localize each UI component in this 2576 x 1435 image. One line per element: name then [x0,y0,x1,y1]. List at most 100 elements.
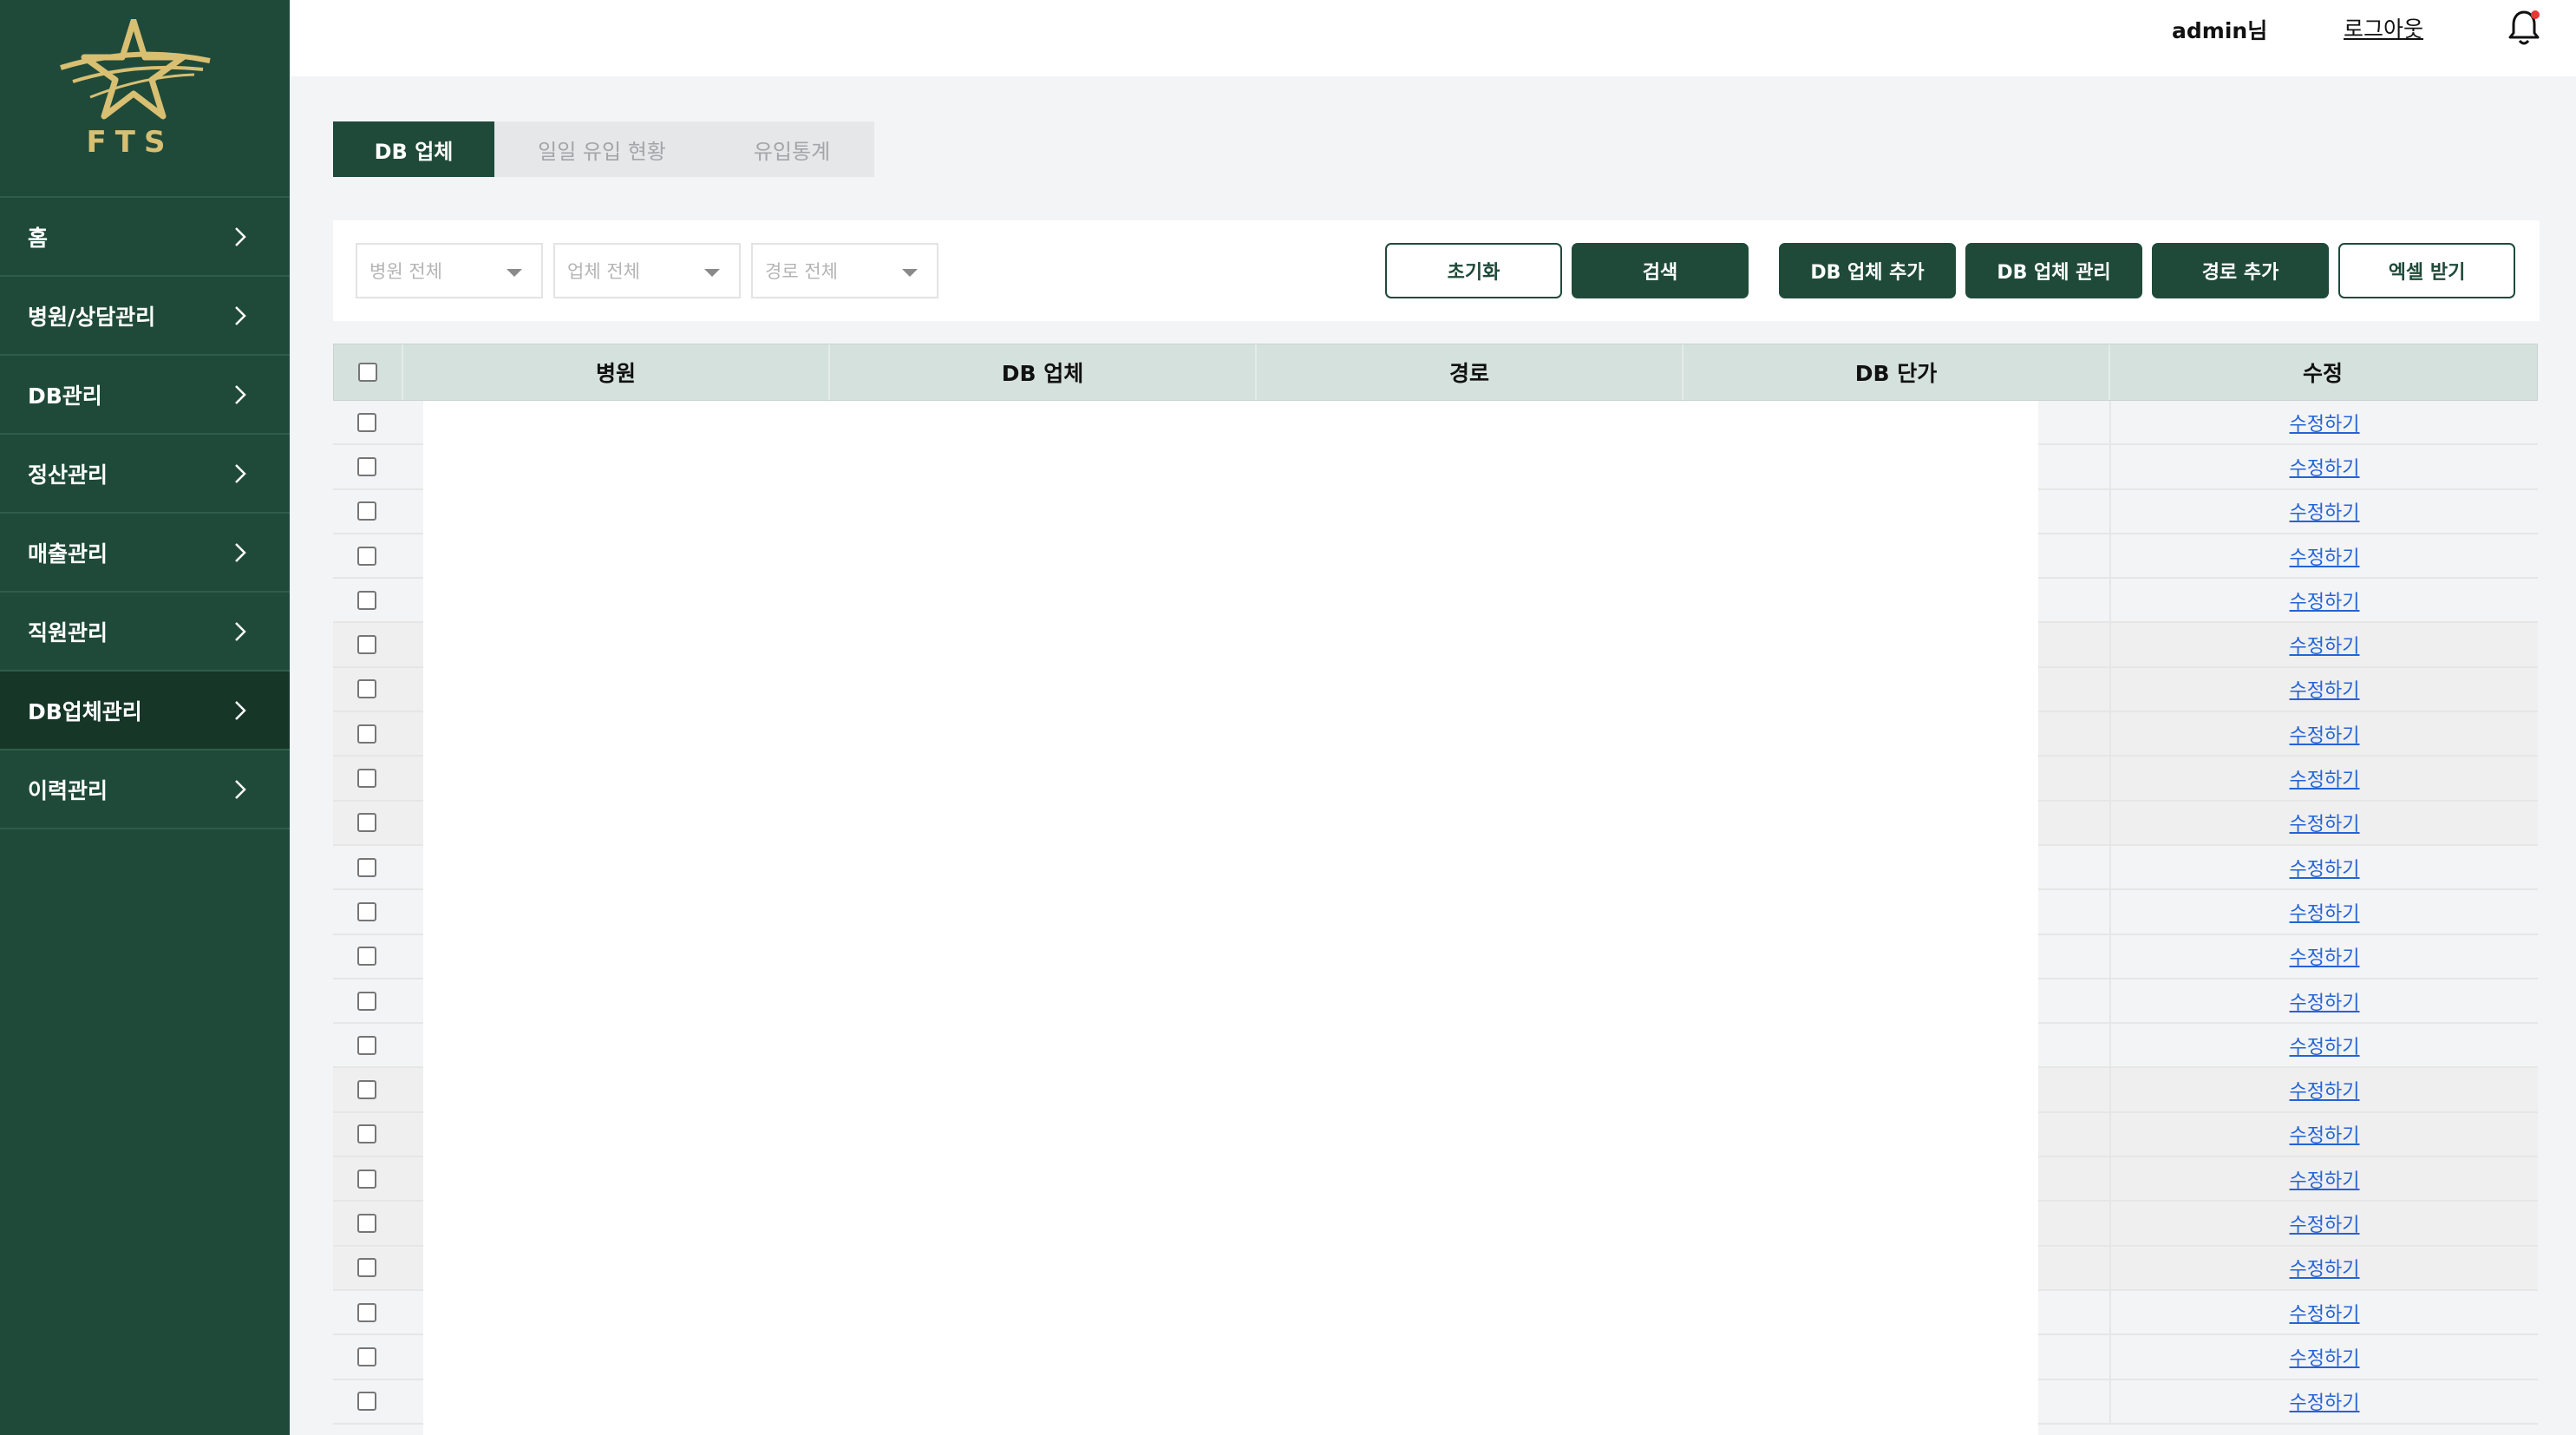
edit-link[interactable]: 수정하기 [2290,675,2360,703]
row-edit-cell: 수정하기 [2109,445,2538,488]
edit-link[interactable]: 수정하기 [2290,586,2360,614]
row-checkbox[interactable] [357,590,376,610]
row-checkbox[interactable] [357,412,376,432]
edit-link[interactable]: 수정하기 [2290,631,2360,659]
row-edit-cell: 수정하기 [2109,1068,2538,1111]
chevron-right-icon [234,779,246,800]
edit-link[interactable]: 수정하기 [2290,898,2360,926]
sidebar-item-label: DB업체관리 [28,698,142,724]
row-checkbox[interactable] [357,679,376,699]
vendor-select[interactable]: 업체 전체 [553,243,741,298]
edit-link[interactable]: 수정하기 [2290,720,2360,748]
row-edit-cell: 수정하기 [2109,890,2538,934]
sidebar-item-label: 정산관리 [28,462,108,488]
edit-link[interactable]: 수정하기 [2290,1165,2360,1193]
caret-down-icon [507,269,522,277]
row-checkbox[interactable] [357,1035,376,1055]
row-checkbox[interactable] [357,991,376,1011]
row-select-cell [333,445,401,488]
sidebar-item[interactable]: 정산관리 [0,435,290,514]
edit-link[interactable]: 수정하기 [2290,1387,2360,1415]
row-edit-cell: 수정하기 [2109,1246,2538,1289]
sidebar-item[interactable]: 매출관리 [0,514,290,593]
table-blank-area [423,401,2038,1435]
logout-link[interactable]: 로그아웃 [2344,12,2423,43]
row-select-cell [333,1335,401,1378]
row-select-cell [333,1291,401,1333]
row-select-cell [333,935,401,978]
row-checkbox[interactable] [357,1213,376,1233]
row-select-cell [333,1247,401,1289]
row-checkbox[interactable] [357,1258,376,1278]
sidebar-item[interactable]: DB관리 [0,356,290,435]
sidebar-item[interactable]: 이력관리 [0,750,290,829]
edit-link[interactable]: 수정하기 [2290,497,2360,525]
row-checkbox[interactable] [357,546,376,566]
hospital-select[interactable]: 병원 전체 [356,243,543,298]
row-select-cell [333,401,401,443]
edit-link[interactable]: 수정하기 [2290,409,2360,436]
row-checkbox[interactable] [357,769,376,789]
row-checkbox[interactable] [357,857,376,877]
sidebar-item[interactable]: DB업체관리 [0,672,290,750]
row-checkbox[interactable] [357,635,376,655]
row-select-cell [333,1380,401,1423]
row-checkbox[interactable] [357,1392,376,1412]
sidebar-item[interactable]: 병원/상담관리 [0,277,290,356]
edit-link[interactable]: 수정하기 [2290,854,2360,881]
add-vendor-button[interactable]: DB 업체 추가 [1779,243,1956,298]
table-header: 병원 DB 업체 경로 DB 단가 수정 [333,344,2538,401]
row-select-cell [333,980,401,1022]
sidebar: FTS 홈 병원/상담관리 DB관리정산관리매출관리직원관리 DB업체관리이력관리 [0,0,290,1435]
search-button[interactable]: 검색 [1572,243,1749,298]
row-checkbox[interactable] [357,813,376,833]
edit-link[interactable]: 수정하기 [2290,764,2360,792]
row-checkbox[interactable] [357,724,376,744]
select-all-checkbox[interactable] [358,363,377,382]
row-checkbox[interactable] [357,501,376,521]
manage-vendor-button[interactable]: DB 업체 관리 [1965,243,2142,298]
edit-link[interactable]: 수정하기 [2290,1299,2360,1327]
add-route-button[interactable]: 경로 추가 [2152,243,2329,298]
notification-dot [2531,10,2540,19]
column-edit: 수정 [2109,344,2535,400]
sidebar-item-label: 이력관리 [28,777,108,803]
row-checkbox[interactable] [357,901,376,921]
edit-link[interactable]: 수정하기 [2290,1254,2360,1281]
reset-button[interactable]: 초기화 [1385,243,1562,298]
edit-link[interactable]: 수정하기 [2290,1343,2360,1371]
edit-link[interactable]: 수정하기 [2290,1209,2360,1237]
logo[interactable]: FTS [0,0,290,198]
edit-link[interactable]: 수정하기 [2290,942,2360,970]
row-edit-cell: 수정하기 [2109,401,2538,444]
row-edit-cell: 수정하기 [2109,712,2538,756]
row-checkbox[interactable] [357,1124,376,1144]
sidebar-item-label: 직원관리 [28,619,108,645]
row-select-cell [333,623,401,665]
edit-link[interactable]: 수정하기 [2290,1076,2360,1104]
row-checkbox[interactable] [357,456,376,476]
sidebar-item[interactable]: 홈 [0,198,290,277]
row-checkbox[interactable] [357,1080,376,1100]
row-edit-cell: 수정하기 [2109,845,2538,889]
route-select[interactable]: 경로 전체 [751,243,938,298]
edit-link[interactable]: 수정하기 [2290,453,2360,481]
row-checkbox[interactable] [357,1169,376,1189]
row-checkbox[interactable] [357,947,376,966]
excel-download-button[interactable]: 엑셀 받기 [2338,243,2515,298]
edit-link[interactable]: 수정하기 [2290,809,2360,836]
column-db-vendor: DB 업체 [828,344,1255,400]
tab-daily-inflow[interactable]: 일일 유입 현황 [494,121,709,177]
sidebar-item[interactable]: 직원관리 [0,593,290,672]
row-edit-cell: 수정하기 [2109,1202,2538,1245]
row-select-cell [333,579,401,621]
edit-link[interactable]: 수정하기 [2290,1032,2360,1059]
edit-link[interactable]: 수정하기 [2290,1120,2360,1148]
tab-inflow-stats[interactable]: 유입통계 [709,121,874,177]
row-checkbox[interactable] [357,1302,376,1322]
row-checkbox[interactable] [357,1347,376,1366]
tab-db-vendor[interactable]: DB 업체 [333,121,494,177]
edit-link[interactable]: 수정하기 [2290,987,2360,1015]
edit-link[interactable]: 수정하기 [2290,542,2360,570]
star-logo-icon [60,19,211,120]
